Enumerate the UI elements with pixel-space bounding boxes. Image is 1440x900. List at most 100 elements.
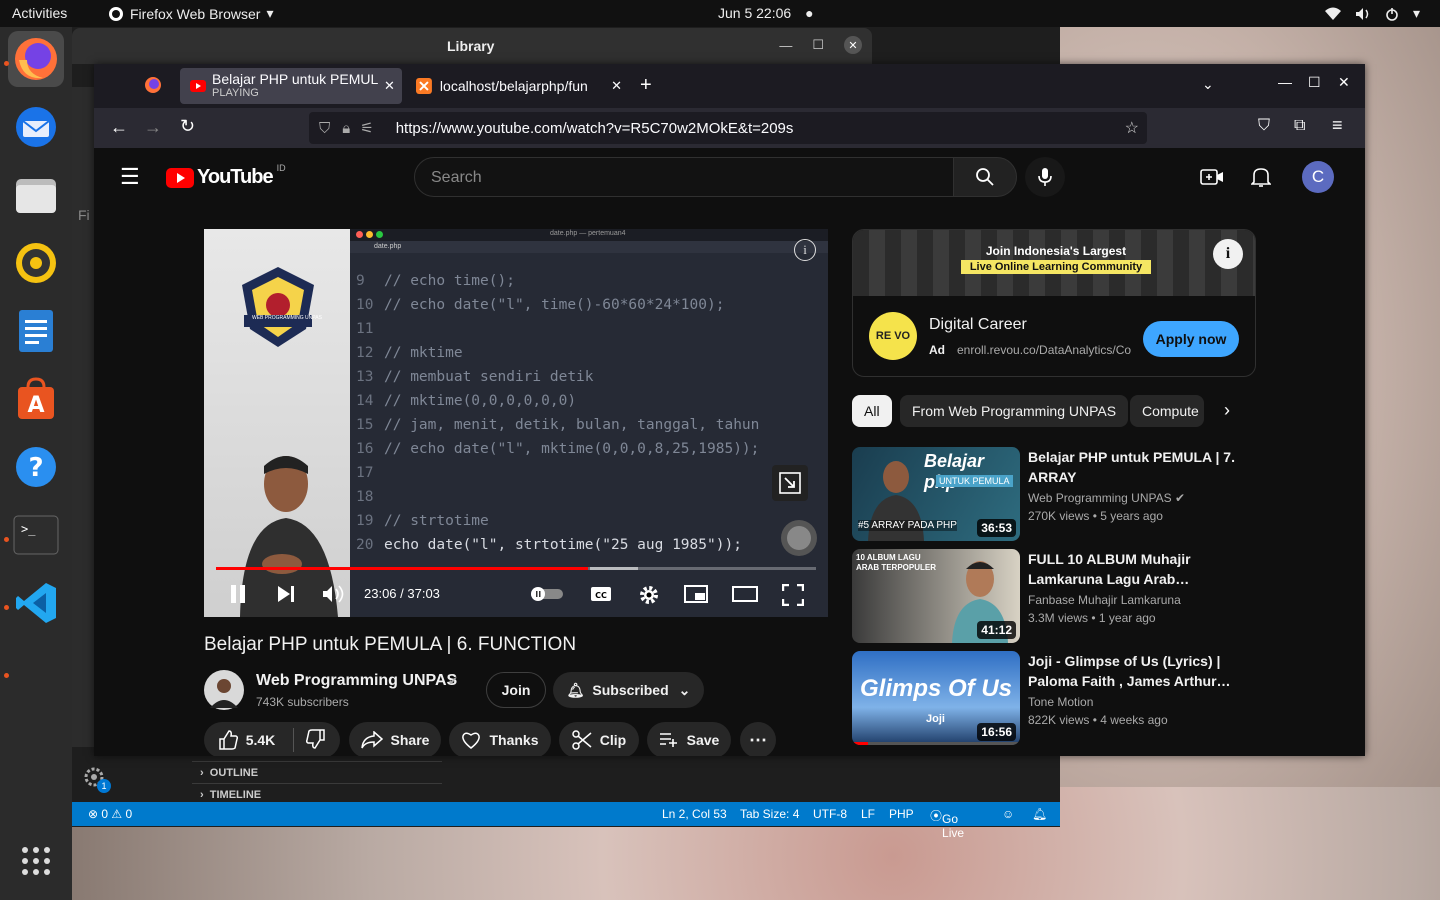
dock-libreoffice-writer[interactable] [8,303,64,359]
video-thumbnail[interactable]: 10 ALBUM LAGU ARAB TERPOPULER 41:12 [852,549,1020,643]
video-player[interactable]: WEB PROGRAMMING UNPAS date.php — pertemu… [204,229,828,617]
voice-search-button[interactable] [1025,157,1065,197]
dock-software[interactable]: A [8,371,64,427]
pocket-icon[interactable]: ⛉ [1258,117,1270,135]
problems-indicator[interactable]: ⊗ 0 ⚠ 0 [88,807,132,821]
search-input[interactable]: Search [414,157,954,197]
mute-button[interactable] [322,585,344,606]
exit-miniplayer-icon[interactable] [772,465,808,501]
subtitles-button[interactable]: CC [590,585,612,606]
permissions-icon[interactable]: ⚟ [360,119,373,137]
recommendation-item[interactable]: 10 ALBUM LAGU ARAB TERPOPULER 41:12 FULL… [852,549,1256,643]
new-tab-icon[interactable]: + [640,74,652,97]
clock[interactable]: Jun 5 22:06 ● [718,5,814,21]
apply-now-button[interactable]: Apply now [1143,321,1239,357]
show-apps-button[interactable] [12,837,60,885]
chip-from-channel[interactable]: From Web Programming UNPAS [900,395,1129,427]
dock-rhythmbox[interactable] [8,235,64,291]
hamburger-menu-icon[interactable]: ☰ [120,164,140,190]
avatar[interactable]: C [1302,161,1334,193]
recommendation-title[interactable]: FULL 10 ALBUM Muhajir Lamkaruna Lagu Ara… [1028,549,1238,589]
recommendation-channel[interactable]: Web Programming UNPAS ✔ [1028,491,1185,505]
maximize-button[interactable]: ☐ [812,37,824,53]
theater-mode-button[interactable] [732,586,758,605]
tab-close-icon[interactable]: ✕ [384,78,395,94]
recommendation-item[interactable]: Glimps Of Us Joji 16:56 Joji - Glimpse o… [852,651,1256,745]
more-actions-button[interactable]: ⋯ [740,722,776,756]
system-tray[interactable]: ▾ [1324,5,1420,22]
recommendation-channel[interactable]: Tone Motion [1028,695,1093,709]
info-icon[interactable]: i [794,239,816,261]
search-button[interactable] [953,157,1017,197]
dock-firefox[interactable] [8,31,64,87]
recommendation-title[interactable]: Joji - Glimpse of Us (Lyrics) | Paloma F… [1028,651,1238,691]
chip-all[interactable]: All [852,395,892,427]
ad-title[interactable]: Digital Career [929,316,1027,334]
dock-thunderbird[interactable] [8,99,64,155]
settings-gear-icon[interactable]: 1 [82,765,111,796]
recommendation-item[interactable]: Belajar php UNTUK PEMULA #5 ARRAY PADA P… [852,447,1256,541]
progress-bar[interactable] [216,567,816,570]
close-button[interactable]: ✕ [844,36,862,54]
tab-youtube[interactable]: Belajar PHP untuk PEMUL PLAYING ✕ [180,68,402,104]
shield-icon[interactable]: ⛉ [319,120,330,137]
close-button[interactable]: ✕ [1338,74,1350,91]
extensions-icon[interactable]: ⧉ [1294,117,1305,135]
youtube-logo[interactable]: YouTube ID [166,163,286,189]
reload-icon[interactable]: ↻ [180,116,195,137]
subscribed-button[interactable]: 🔔︎ Subscribed ⌄ [553,672,704,708]
dislike-button[interactable] [306,728,326,752]
url-bar[interactable]: ⛉ 🔒︎ ⚟ https://www.youtube.com/watch?v=R… [309,112,1147,144]
dock-files[interactable] [8,167,64,223]
next-button[interactable] [276,585,296,606]
save-button[interactable]: Save [647,722,731,756]
tab-size[interactable]: Tab Size: 4 [740,807,799,821]
create-button[interactable] [1199,165,1225,189]
tab-localhost[interactable]: localhost/belajarphp/fun ✕ [412,68,622,104]
activities-button[interactable]: Activities [12,5,67,21]
fullscreen-button[interactable] [781,583,805,609]
outline-section[interactable]: › OUTLINE [192,761,442,783]
dock-vscode[interactable] [8,575,64,631]
lock-icon[interactable]: 🔒︎ [342,120,350,137]
channel-avatar[interactable] [204,670,244,710]
recommendation-channel[interactable]: Fanbase Muhajir Lamkaruna [1028,593,1181,607]
maximize-button[interactable]: ☐ [1308,74,1321,91]
pause-button[interactable] [228,583,248,608]
end-of-line[interactable]: LF [861,807,875,821]
dock-help[interactable]: ? [8,439,64,495]
firefox-view-icon[interactable] [144,76,162,99]
minimize-button[interactable]: — [1278,74,1292,90]
bell-icon[interactable]: 🔔︎ [1032,807,1047,821]
back-icon[interactable]: ← [110,117,128,138]
menu-icon[interactable]: ≡ [1332,115,1343,136]
chevron-right-icon[interactable]: › [1224,400,1230,421]
like-button[interactable]: 5.4K [218,730,275,750]
cursor-position[interactable]: Ln 2, Col 53 [662,807,727,821]
bookmark-star-icon[interactable]: ☆ [1125,118,1139,138]
ad-card[interactable]: Join Indonesia's Largest Live Online Lea… [852,229,1256,377]
chip-computer[interactable]: Compute [1130,395,1204,427]
channel-name[interactable]: Web Programming UNPAS [256,672,457,690]
feedback-icon[interactable]: ☺ [1002,807,1014,821]
video-thumbnail[interactable]: Belajar php UNTUK PEMULA #5 ARRAY PADA P… [852,447,1020,541]
app-menu[interactable]: Firefox Web Browser ▾ [108,5,273,22]
url-text[interactable]: https://www.youtube.com/watch?v=R5C70w2M… [396,120,794,137]
settings-button[interactable] [638,584,660,609]
minimize-button[interactable]: — [779,38,792,53]
go-live-button[interactable]: ⦿ Go Live [930,807,964,840]
tab-close-icon[interactable]: ✕ [611,78,622,94]
miniplayer-button[interactable] [684,585,708,606]
share-button[interactable]: Share [349,722,441,756]
video-thumbnail[interactable]: Glimps Of Us Joji 16:56 [852,651,1020,745]
encoding[interactable]: UTF-8 [813,807,847,821]
ad-banner[interactable]: Join Indonesia's Largest Live Online Lea… [853,230,1255,296]
forward-icon[interactable]: → [144,117,162,138]
clip-button[interactable]: Clip [559,722,639,756]
info-icon[interactable]: i [1213,239,1243,269]
notifications-button[interactable] [1249,165,1273,189]
language-mode[interactable]: PHP [889,807,914,821]
join-button[interactable]: Join [486,672,546,708]
thanks-button[interactable]: Thanks [449,722,551,756]
dock-terminal[interactable]: >_ [8,507,64,563]
